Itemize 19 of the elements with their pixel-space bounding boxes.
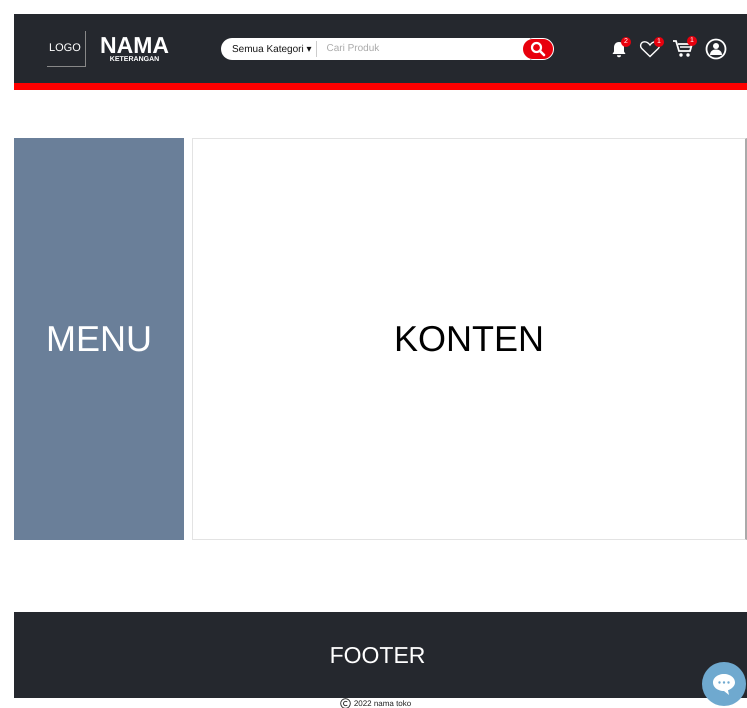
user-icon [705, 38, 727, 60]
brand-name: NAMA [100, 34, 169, 56]
bell-icon [610, 40, 628, 58]
search-field[interactable]: Cari Produk [316, 38, 530, 60]
bell-button[interactable] [610, 40, 628, 58]
content-label: KONTEN [394, 318, 544, 360]
heart-button[interactable] [639, 40, 661, 58]
category-dropdown[interactable]: Semua Kategori ▾ [221, 38, 316, 60]
logo-box: LOGO [47, 30, 86, 66]
cart-button[interactable] [672, 38, 694, 58]
cart-icon [672, 38, 694, 58]
chat-bubble-icon [711, 672, 737, 696]
footer-label: FOOTER [330, 642, 426, 668]
search-button[interactable] [522, 38, 554, 60]
copyright-text: 2022 nama toko [354, 698, 412, 708]
heart-icon [639, 40, 661, 58]
search-icon [530, 40, 546, 56]
user-button[interactable] [705, 38, 727, 60]
menu-label: MENU [46, 318, 152, 360]
